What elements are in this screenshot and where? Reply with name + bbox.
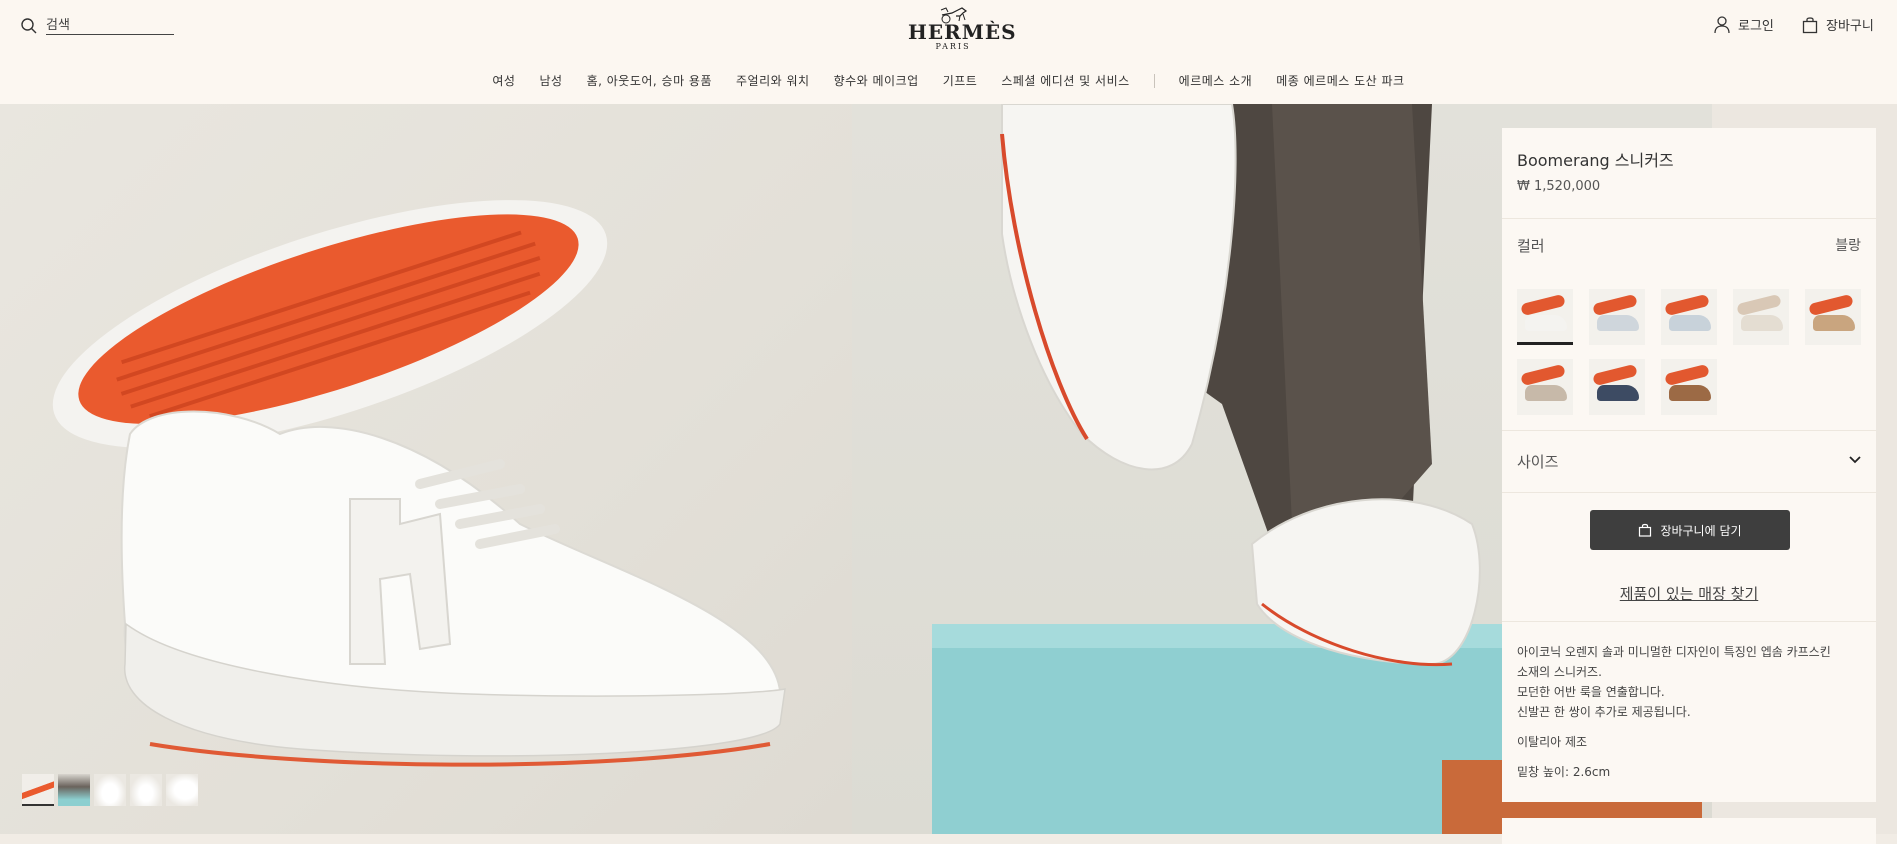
color-label: 컬러 xyxy=(1517,237,1545,255)
add-to-cart-label: 장바구니에 담기 xyxy=(1660,523,1742,538)
color-swatch-brown[interactable] xyxy=(1661,359,1717,415)
swatch-shoe xyxy=(1525,315,1567,331)
color-swatches xyxy=(1517,289,1867,429)
product-panel: Boomerang 스니커즈 ₩ 1,520,000 컬러 블랑 사이즈 장바구… xyxy=(1502,128,1876,802)
color-swatch-white-navy[interactable] xyxy=(1589,289,1645,345)
product-description: 아이코닉 오렌지 솔과 미니멀한 디자인이 특징인 엡솜 카프스킨 소재의 스니… xyxy=(1517,642,1867,722)
cart-label: 장바구니 xyxy=(1826,19,1874,34)
size-label[interactable]: 사이즈 xyxy=(1517,451,1558,472)
login-label: 로그인 xyxy=(1738,19,1774,34)
nav-divider xyxy=(1153,73,1155,88)
description-line: 신발끈 한 쌍이 추가로 제공됩니다. xyxy=(1517,705,1691,719)
main-nav: 여성 남성 홈, 아웃도어, 승마 용품 주얼리와 워치 향수와 메이크업 기프… xyxy=(0,72,1897,89)
nav-item-women[interactable]: 여성 xyxy=(492,72,515,89)
swatch-shoe xyxy=(1813,315,1855,331)
login-link[interactable]: 로그인 xyxy=(1714,15,1774,34)
nav-item-jewelry-watches[interactable]: 주얼리와 워치 xyxy=(736,72,810,89)
swatch-sole xyxy=(1592,293,1638,317)
nav-item-men[interactable]: 남성 xyxy=(539,72,562,89)
color-swatch-beige[interactable] xyxy=(1733,289,1789,345)
gallery-thumbnail[interactable] xyxy=(166,774,198,806)
sneaker-illustration xyxy=(52,200,786,767)
gallery-thumbnail[interactable] xyxy=(94,774,126,806)
find-store-link[interactable]: 제품이 있는 매장 찾기 xyxy=(1502,583,1876,604)
nav-item-about[interactable]: 에르메스 소개 xyxy=(1179,72,1253,89)
swatch-shoe xyxy=(1669,315,1711,331)
product-image-main[interactable] xyxy=(0,104,852,834)
nav-item-dosan-park[interactable]: 메종 에르메스 도산 파크 xyxy=(1276,72,1404,89)
swatch-shoe xyxy=(1741,315,1783,331)
swatch-shoe xyxy=(1525,385,1567,401)
divider xyxy=(1502,218,1876,219)
nav-item-gifts[interactable]: 기프트 xyxy=(943,72,978,89)
swatch-sole xyxy=(1664,293,1710,317)
color-swatch-camel[interactable] xyxy=(1805,289,1861,345)
nav-item-special-editions[interactable]: 스페셜 에디션 및 서비스 xyxy=(1001,72,1129,89)
swatch-sole xyxy=(1520,363,1566,387)
user-icon xyxy=(1714,15,1730,33)
swatch-shoe xyxy=(1597,385,1639,401)
sole-height: 밑창 높이: 2.6cm xyxy=(1517,765,1611,779)
swatch-sole xyxy=(1736,293,1782,317)
color-swatch-white-orange[interactable] xyxy=(1517,289,1573,345)
swatch-sole xyxy=(1592,363,1638,387)
nav-item-home-outdoor[interactable]: 홈, 아웃도어, 승마 용품 xyxy=(587,72,712,89)
hermes-logo[interactable]: HERMÈS PARIS xyxy=(908,4,1017,51)
divider xyxy=(1502,492,1876,493)
cart-link[interactable]: 장바구니 xyxy=(1802,15,1874,34)
description-line: 소재의 스니커즈. xyxy=(1517,665,1602,679)
product-title: Boomerang 스니커즈 xyxy=(1517,151,1674,170)
gallery-thumbnail[interactable] xyxy=(58,774,90,806)
divider xyxy=(1502,430,1876,431)
swatch-shoe xyxy=(1597,315,1639,331)
swatch-sole xyxy=(1520,293,1566,317)
made-in: 이탈리아 제조 xyxy=(1517,735,1588,749)
color-swatch-navy-white[interactable] xyxy=(1589,359,1645,415)
search-bar[interactable] xyxy=(20,16,174,35)
color-swatch-grey-tan[interactable] xyxy=(1517,359,1573,415)
add-to-cart-button[interactable]: 장바구니에 담기 xyxy=(1590,510,1790,550)
gallery-thumbnail[interactable] xyxy=(22,774,54,806)
gallery-thumbnails xyxy=(22,774,202,806)
shopping-bag-icon xyxy=(1639,523,1652,537)
description-line: 모던한 어반 룩을 연출합니다. xyxy=(1517,685,1665,699)
product-panel-secondary xyxy=(1502,818,1876,844)
logo-brand: HERMÈS xyxy=(908,20,1017,44)
swatch-sole xyxy=(1808,293,1854,317)
swatch-sole xyxy=(1664,363,1710,387)
swatch-shoe xyxy=(1669,385,1711,401)
divider xyxy=(1502,621,1876,622)
gallery-thumbnail[interactable] xyxy=(130,774,162,806)
description-line: 아이코닉 오렌지 솔과 미니멀한 디자인이 특징인 엡솜 카프스킨 xyxy=(1517,645,1831,659)
shopping-bag-icon xyxy=(1802,16,1818,33)
chevron-down-icon[interactable] xyxy=(1848,452,1862,466)
search-icon[interactable] xyxy=(20,17,38,35)
nav-item-fragrance-makeup[interactable]: 향수와 메이크업 xyxy=(834,72,919,89)
carriage-logo-icon xyxy=(940,7,968,24)
site-header: HERMÈS PARIS 로그인 장바구니 여성 남성 홈, 아웃도어, 승마 … xyxy=(0,0,1897,104)
product-price: ₩ 1,520,000 xyxy=(1517,179,1601,194)
search-input[interactable] xyxy=(46,16,174,35)
color-value: 블랑 xyxy=(1835,238,1861,254)
color-swatch-white-blue[interactable] xyxy=(1661,289,1717,345)
